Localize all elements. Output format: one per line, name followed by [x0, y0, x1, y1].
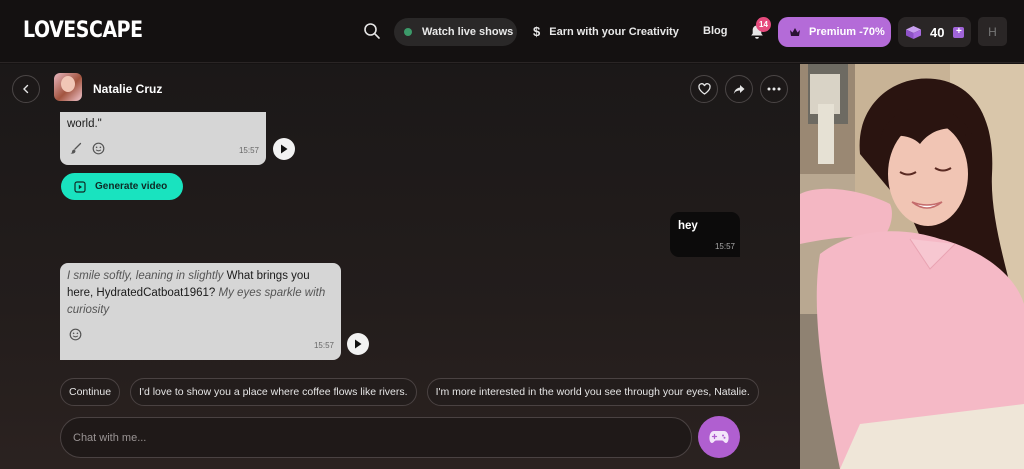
generate-video-label: Generate video: [95, 181, 168, 192]
character-portrait: [800, 64, 1024, 469]
more-icon: [767, 87, 781, 91]
message-text: world.": [67, 118, 102, 130]
contact-name[interactable]: Natalie Cruz: [93, 82, 162, 96]
bot-message: world." 15:57: [60, 112, 266, 165]
gems-balance[interactable]: 40 +: [898, 17, 971, 47]
top-navigation-bar: LOVESCAPE Watch live shows $ Earn with y…: [0, 0, 1024, 63]
gems-count: 40: [930, 24, 945, 40]
message-text: I smile softly, leaning in slightly What…: [67, 268, 334, 319]
share-icon: [733, 84, 745, 94]
play-icon: [355, 339, 362, 349]
message-time: 15:57: [714, 242, 735, 251]
crown-icon: [790, 28, 800, 36]
chat-header: Natalie Cruz: [0, 64, 800, 114]
suggestion-chip[interactable]: I'm more interested in the world you see…: [426, 378, 759, 406]
action-text: I smile softly, leaning in slightly: [67, 270, 224, 282]
gamepad-icon: [709, 431, 729, 443]
play-audio-button[interactable]: [273, 138, 295, 160]
play-audio-button[interactable]: [347, 333, 369, 355]
add-gems-icon[interactable]: +: [953, 26, 965, 38]
generate-video-button[interactable]: Generate video: [61, 173, 183, 200]
play-icon: [281, 144, 288, 154]
gem-icon: [906, 25, 921, 39]
suggestion-chip[interactable]: Continue: [60, 378, 121, 406]
back-icon: [23, 84, 29, 94]
brush-icon[interactable]: [69, 142, 82, 155]
user-message: hey 15:57: [670, 212, 740, 257]
premium-button[interactable]: Premium -70%: [778, 17, 891, 47]
chat-panel: Natalie Cruz world." 15:57 Generate vide…: [0, 64, 800, 469]
live-dot-icon: [404, 28, 412, 36]
earn-with-creativity-link[interactable]: $ Earn with your Creativity: [533, 24, 679, 39]
logo[interactable]: LOVESCAPE: [23, 18, 143, 43]
user-avatar[interactable]: H: [978, 17, 1007, 46]
dollar-icon: $: [533, 24, 541, 39]
notification-badge: 14: [756, 17, 771, 32]
reply-suggestions: Continue I'd love to show you a place wh…: [60, 378, 759, 406]
watch-live-shows-button[interactable]: Watch live shows: [394, 18, 517, 46]
earn-label: Earn with your Creativity: [549, 25, 679, 38]
game-button[interactable]: [698, 416, 740, 458]
more-options-button[interactable]: [760, 75, 788, 103]
bot-message: I smile softly, leaning in slightly What…: [60, 263, 341, 360]
watch-live-label: Watch live shows: [422, 26, 514, 38]
emoji-icon[interactable]: [69, 328, 82, 341]
favorite-button[interactable]: [690, 75, 718, 103]
message-time: 15:57: [238, 146, 259, 155]
contact-avatar[interactable]: [54, 73, 82, 101]
chat-input-container: [60, 417, 692, 458]
heart-icon: [697, 83, 711, 95]
character-photo: [800, 64, 1024, 469]
suggestion-chip[interactable]: I'd love to show you a place where coffe…: [130, 378, 417, 406]
premium-label: Premium -70%: [809, 26, 885, 38]
back-button[interactable]: [12, 75, 40, 103]
message-text: hey: [678, 220, 698, 232]
blog-link[interactable]: Blog: [703, 25, 727, 37]
emoji-icon[interactable]: [92, 142, 105, 155]
video-icon: [74, 180, 86, 193]
search-icon[interactable]: [362, 21, 382, 41]
message-time: 15:57: [313, 341, 334, 350]
share-button[interactable]: [725, 75, 753, 103]
chat-input[interactable]: [73, 431, 691, 444]
